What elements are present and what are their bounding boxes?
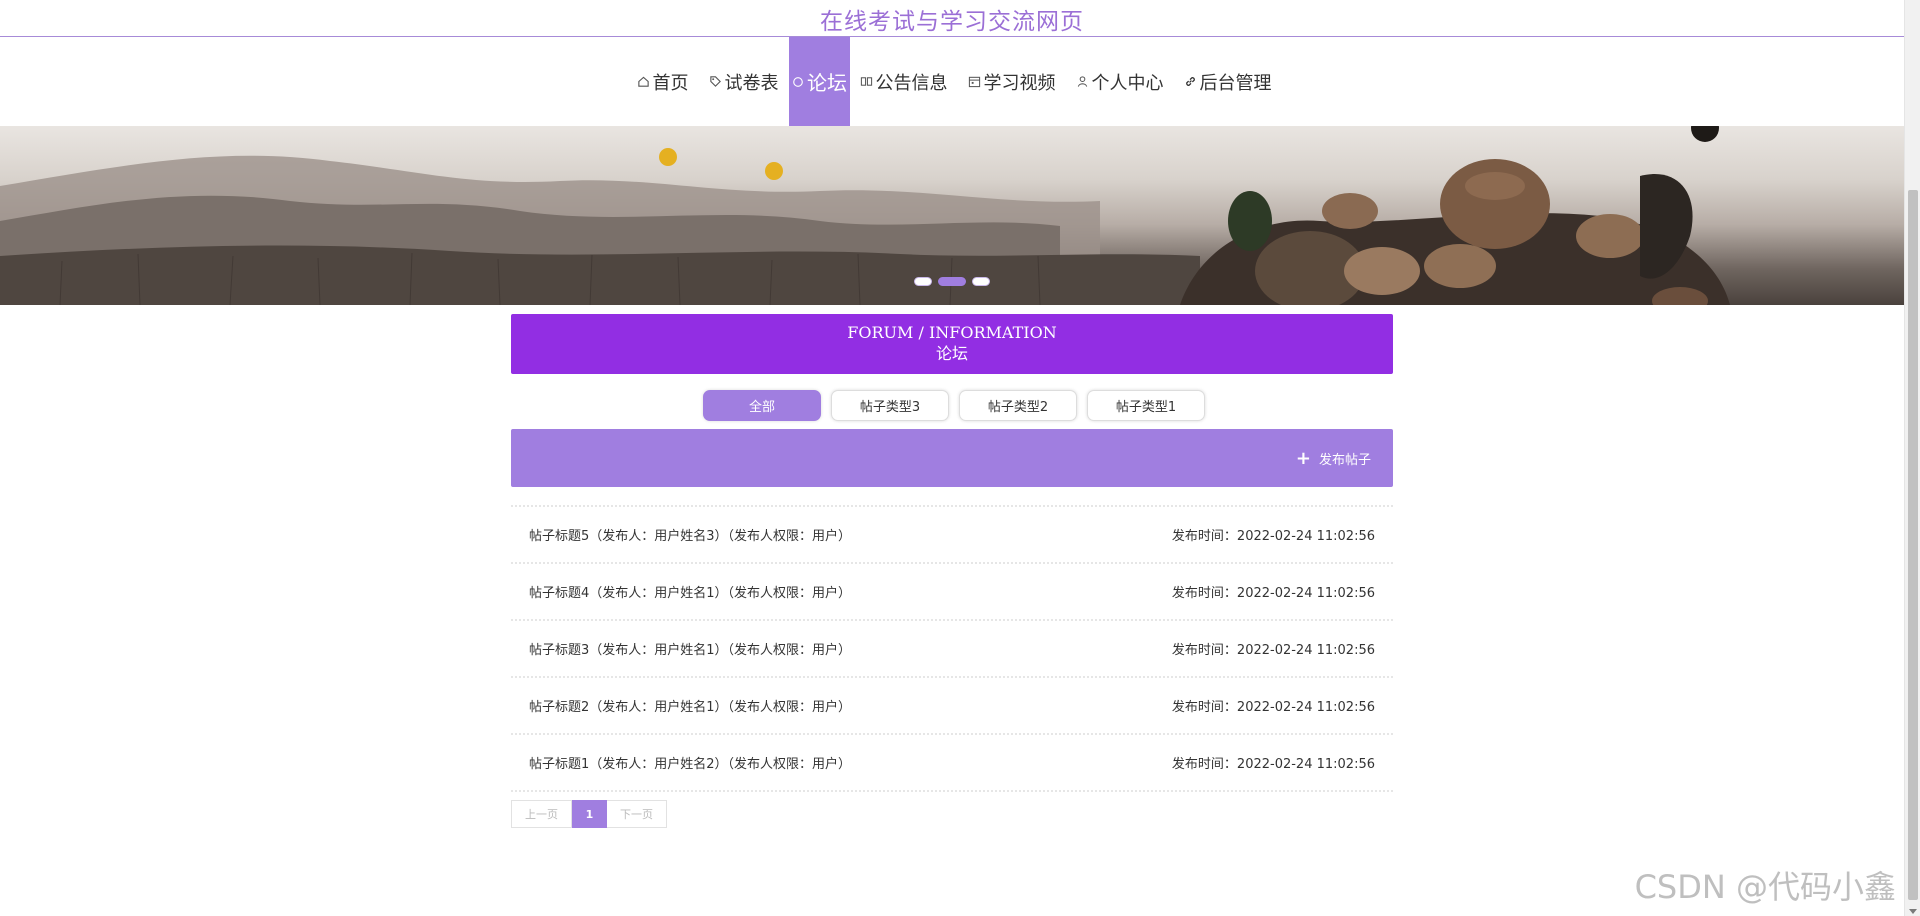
carousel-dots [914, 277, 990, 286]
columns-icon [860, 75, 874, 89]
watermark: CSDN @代码小鑫 [1634, 868, 1896, 906]
post-time: 发布时间：2022-02-24 11:02:56 [1171, 757, 1375, 772]
new-post-label: 发布帖子 [1318, 453, 1371, 468]
post-list: 帖子标题5（发布人：用户姓名3）（发布人权限：用户） 发布时间：2022-02-… [511, 505, 1393, 792]
nav-item-label: 学习视频 [983, 72, 1056, 94]
banner-carousel[interactable] [0, 126, 1904, 305]
nav-item-admin[interactable]: 后台管理 [1174, 37, 1282, 126]
post-action-bar: + 发布帖子 [511, 429, 1393, 487]
prev-page-button[interactable]: 上一页 [511, 800, 572, 828]
nav-item-label: 试卷表 [724, 72, 779, 94]
post-title[interactable]: 帖子标题4（发布人：用户姓名1）（发布人权限：用户） [529, 582, 851, 601]
section-title-en: FORUM / INFORMATION [847, 323, 1057, 342]
carousel-dot-2[interactable] [938, 277, 966, 286]
scroll-down-arrow-icon[interactable] [1909, 909, 1917, 914]
nav-item-profile[interactable]: 个人中心 [1066, 37, 1174, 126]
filter-tab-type1[interactable]: 帖子类型1 [1087, 390, 1205, 421]
post-title[interactable]: 帖子标题2（发布人：用户姓名1）（发布人权限：用户） [529, 696, 851, 715]
forum-main: FORUM / INFORMATION 论坛 全部 帖子类型3 帖子类型2 帖子… [511, 314, 1393, 828]
post-title[interactable]: 帖子标题5（发布人：用户姓名3）（发布人权限：用户） [529, 525, 851, 544]
category-filter-tabs: 全部 帖子类型3 帖子类型2 帖子类型1 [515, 390, 1393, 421]
post-time: 发布时间：2022-02-24 11:02:56 [1171, 700, 1375, 715]
tag-icon [709, 75, 723, 89]
nav-item-exam-papers[interactable]: 试卷表 [699, 37, 789, 126]
post-row[interactable]: 帖子标题2（发布人：用户姓名1）（发布人权限：用户） 发布时间：2022-02-… [511, 678, 1393, 735]
post-title[interactable]: 帖子标题1（发布人：用户姓名2）（发布人权限：用户） [529, 753, 851, 772]
post-time: 发布时间：2022-02-24 11:02:56 [1171, 586, 1375, 601]
site-title-bar: 在线考试与学习交流网页 [0, 0, 1904, 37]
calendar-icon [968, 75, 982, 89]
pagination: 上一页 1 下一页 [511, 800, 1393, 828]
post-time: 发布时间：2022-02-24 11:02:56 [1171, 643, 1375, 658]
main-nav: 首页 试卷表 论坛 公告信息 学习视频 个人中心 后台管理 [0, 37, 1904, 126]
nav-item-announcements[interactable]: 公告信息 [850, 37, 958, 126]
carousel-dot-1[interactable] [914, 277, 932, 286]
nav-item-study-videos[interactable]: 学习视频 [958, 37, 1066, 126]
nav-item-home[interactable]: 首页 [627, 37, 699, 126]
nav-item-label: 论坛 [807, 71, 847, 95]
filter-tab-all[interactable]: 全部 [703, 390, 821, 421]
post-title[interactable]: 帖子标题3（发布人：用户姓名1）（发布人权限：用户） [529, 639, 851, 658]
nav-item-forum[interactable]: 论坛 [788, 37, 850, 126]
current-page-button[interactable]: 1 [572, 800, 607, 828]
nav-item-label: 首页 [652, 72, 689, 94]
filter-tab-type3[interactable]: 帖子类型3 [831, 390, 949, 421]
post-row[interactable]: 帖子标题4（发布人：用户姓名1）（发布人权限：用户） 发布时间：2022-02-… [511, 564, 1393, 621]
scrollbar-thumb[interactable] [1908, 190, 1918, 900]
link-icon [1184, 75, 1198, 89]
section-header: FORUM / INFORMATION 论坛 [511, 314, 1393, 374]
nav-item-label: 后台管理 [1199, 72, 1272, 94]
post-row[interactable]: 帖子标题5（发布人：用户姓名3）（发布人权限：用户） 发布时间：2022-02-… [511, 507, 1393, 564]
nav-item-label: 公告信息 [875, 72, 948, 94]
new-post-button[interactable]: + 发布帖子 [1296, 449, 1371, 468]
section-title-cn: 论坛 [935, 344, 968, 363]
post-row[interactable]: 帖子标题1（发布人：用户姓名2）（发布人权限：用户） 发布时间：2022-02-… [511, 735, 1393, 792]
nav-inner: 首页 试卷表 论坛 公告信息 学习视频 个人中心 后台管理 [627, 37, 1282, 126]
circle-icon [791, 75, 805, 89]
post-time: 发布时间：2022-02-24 11:02:56 [1171, 529, 1375, 544]
post-row[interactable]: 帖子标题3（发布人：用户姓名1）（发布人权限：用户） 发布时间：2022-02-… [511, 621, 1393, 678]
user-icon [1076, 75, 1090, 89]
site-title: 在线考试与学习交流网页 [820, 9, 1084, 35]
home-icon [637, 75, 651, 89]
page-scrollbar[interactable] [1904, 0, 1920, 916]
filter-tab-type2[interactable]: 帖子类型2 [959, 390, 1077, 421]
plus-icon: + [1295, 447, 1311, 469]
nav-item-label: 个人中心 [1091, 72, 1164, 94]
next-page-button[interactable]: 下一页 [607, 800, 667, 828]
carousel-dot-3[interactable] [972, 277, 990, 286]
